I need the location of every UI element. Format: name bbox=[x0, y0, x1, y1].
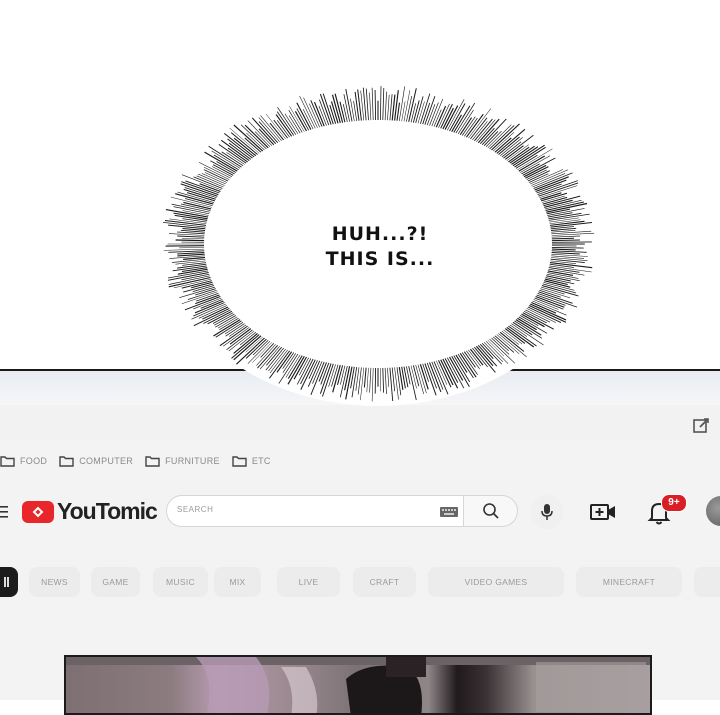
folder-icon bbox=[145, 455, 160, 467]
bookmark-etc[interactable]: ETC bbox=[232, 455, 271, 467]
keyboard-icon[interactable] bbox=[440, 507, 458, 517]
bookmark-computer[interactable]: COMPUTER bbox=[59, 455, 133, 467]
chip-news[interactable]: NEWS bbox=[29, 567, 80, 597]
logo-mark bbox=[22, 501, 54, 523]
video-thumbnail[interactable] bbox=[64, 655, 652, 715]
search-button[interactable] bbox=[464, 495, 518, 527]
category-chips: NEWS GAME MUSIC MIX LIVE CRAFT VIDEO GAM… bbox=[0, 567, 720, 599]
chip-video-games[interactable]: VIDEO GAMES bbox=[428, 567, 564, 597]
speech-line-2: THIS IS... bbox=[300, 247, 460, 272]
chip-active[interactable] bbox=[0, 567, 18, 597]
bookmark-label: FOOD bbox=[20, 456, 47, 466]
folder-icon bbox=[59, 455, 74, 467]
browser-toolbar bbox=[0, 405, 720, 441]
comic-panel bbox=[0, 0, 720, 371]
create-video-button[interactable] bbox=[587, 497, 619, 527]
browser-top-frame bbox=[0, 371, 720, 406]
chip-mix[interactable]: MIX bbox=[214, 567, 261, 597]
microphone-icon bbox=[540, 503, 554, 521]
site-logo[interactable]: YouTomic bbox=[22, 498, 157, 525]
speech-bubble-text: HUH...?! THIS IS... bbox=[300, 222, 460, 272]
notification-badge: 9+ bbox=[661, 494, 687, 512]
chip-game[interactable]: GAME bbox=[91, 567, 140, 597]
bookmark-label: COMPUTER bbox=[79, 456, 133, 466]
chip-more[interactable] bbox=[694, 567, 720, 597]
search-box[interactable] bbox=[166, 495, 464, 527]
bookmark-furniture[interactable]: FURNITURE bbox=[145, 455, 220, 467]
site-header: YouTomic bbox=[0, 489, 720, 537]
thumbnail-artwork bbox=[66, 657, 652, 715]
bookmark-label: FURNITURE bbox=[165, 456, 220, 466]
bookmarks-bar: FOOD COMPUTER FURNITURE ETC bbox=[0, 449, 283, 473]
chip-music[interactable]: MUSIC bbox=[153, 567, 208, 597]
folder-icon bbox=[232, 455, 247, 467]
video-camera-plus-icon bbox=[589, 502, 617, 522]
chip-craft[interactable]: CRAFT bbox=[353, 567, 416, 597]
play-chevron-icon bbox=[31, 505, 45, 519]
menu-icon[interactable] bbox=[0, 505, 8, 519]
chip-minecraft[interactable]: MINECRAFT bbox=[576, 567, 682, 597]
chip-live[interactable]: LIVE bbox=[277, 567, 340, 597]
search-input[interactable] bbox=[177, 505, 417, 514]
speech-line-1: HUH...?! bbox=[300, 222, 460, 247]
voice-search-button[interactable] bbox=[530, 495, 564, 529]
browser-window: FOOD COMPUTER FURNITURE ETC YouTom bbox=[0, 371, 720, 700]
avatar[interactable] bbox=[706, 496, 720, 526]
bookmark-food[interactable]: FOOD bbox=[0, 455, 47, 467]
edit-icon[interactable] bbox=[692, 417, 710, 435]
search-icon bbox=[482, 502, 500, 520]
logo-text: YouTomic bbox=[57, 498, 157, 525]
folder-icon bbox=[0, 455, 15, 467]
bookmark-label: ETC bbox=[252, 456, 271, 466]
